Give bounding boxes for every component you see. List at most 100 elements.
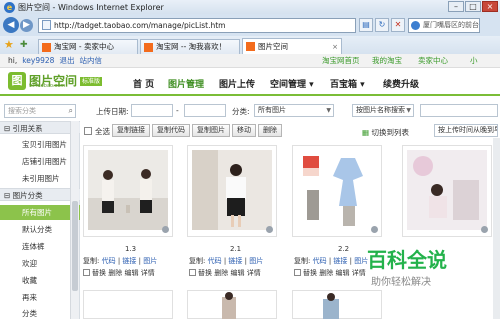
- address-bar[interactable]: http://tadget.taobao.com/manage/picList.…: [38, 17, 356, 33]
- copy-code-link[interactable]: 代码: [102, 257, 116, 265]
- copy-link-button[interactable]: 复制链接: [112, 124, 150, 137]
- sidebar-item-default[interactable]: 默认分类: [0, 222, 80, 237]
- forward-button[interactable]: ▶: [20, 18, 33, 32]
- picture-card[interactable]: [292, 145, 382, 237]
- replace-link[interactable]: 替换: [303, 269, 317, 277]
- sidebar-item-item-ref[interactable]: 宝贝引用图片: [0, 137, 80, 152]
- nav-home[interactable]: 首 页: [133, 77, 154, 90]
- page-scrollbar[interactable]: [493, 138, 500, 319]
- zoom-icon[interactable]: [481, 226, 488, 233]
- compat-view-icon[interactable]: ▤: [359, 18, 373, 32]
- close-tab-icon[interactable]: ×: [332, 40, 338, 54]
- tab-picture-space[interactable]: 图片空间 ×: [242, 38, 342, 54]
- nav-space-manage[interactable]: 空间管理 ▾: [270, 77, 314, 90]
- delete-link[interactable]: 删除: [214, 269, 228, 277]
- edit-link[interactable]: 编辑: [124, 269, 138, 277]
- tab-taobao-like[interactable]: 淘宝网 -- 淘我喜欢！: [140, 39, 240, 54]
- picture-card[interactable]: [83, 145, 173, 237]
- scrollbar-thumb[interactable]: [72, 201, 78, 291]
- move-button[interactable]: 移动: [232, 124, 256, 137]
- copy-code-link[interactable]: 代码: [313, 257, 327, 265]
- picture-card[interactable]: [187, 290, 277, 319]
- picture-card[interactable]: [402, 145, 492, 237]
- zoom-icon[interactable]: [162, 226, 169, 233]
- picture-checkbox[interactable]: [83, 269, 90, 276]
- nav-picture-upload[interactable]: 图片上传: [219, 77, 255, 90]
- name-search-input[interactable]: [420, 104, 498, 117]
- copy-image-button[interactable]: 复制图片: [192, 124, 230, 137]
- search-icon[interactable]: ⌕: [69, 106, 73, 116]
- copy-code-button[interactable]: 复制代码: [152, 124, 190, 137]
- maximize-button[interactable]: □: [465, 1, 481, 12]
- picture-checkbox[interactable]: [294, 269, 301, 276]
- sidebar-item-favorites[interactable]: 收藏: [0, 273, 80, 288]
- view-switch-button[interactable]: ▦ 切换到列表: [362, 127, 409, 138]
- sidebar-item-again[interactable]: 再来: [0, 290, 80, 305]
- copy-code-link[interactable]: 代码: [208, 257, 222, 265]
- delete-link[interactable]: 删除: [108, 269, 122, 277]
- nav-toolbox[interactable]: 百宝箱 ▾: [330, 77, 365, 90]
- select-all-checkbox[interactable]: [84, 127, 92, 135]
- delete-button[interactable]: 删除: [258, 124, 282, 137]
- picture-checkbox[interactable]: [189, 269, 196, 276]
- picture-card[interactable]: [292, 290, 382, 319]
- chevron-down-icon: ▼: [326, 107, 331, 114]
- section-categories[interactable]: ⊟ 图片分类: [0, 188, 80, 201]
- zoom-icon[interactable]: [266, 226, 273, 233]
- sidebar-scrollbar[interactable]: [70, 121, 79, 319]
- category-select[interactable]: 所有图片 ▼: [254, 104, 334, 117]
- sidebar-item-welcome[interactable]: 欢迎: [0, 256, 80, 271]
- close-window-button[interactable]: ×: [482, 1, 498, 12]
- favorites-star-icon[interactable]: ★: [4, 38, 18, 52]
- messages-link[interactable]: 站内信: [79, 56, 102, 65]
- section-reference[interactable]: ⊟ 引用关系: [0, 121, 80, 134]
- replace-link[interactable]: 替换: [198, 269, 212, 277]
- username-link[interactable]: key9928: [22, 56, 54, 65]
- picture-thumbnail[interactable]: [407, 150, 487, 230]
- copy-image-link[interactable]: 图片: [249, 257, 263, 265]
- sidebar-item-unreferenced[interactable]: 未引用图片: [0, 171, 80, 186]
- picture-thumbnail[interactable]: [88, 150, 168, 230]
- my-taobao-link[interactable]: 我的淘宝: [372, 54, 402, 67]
- picture-thumbnail[interactable]: [297, 150, 377, 230]
- sidebar-item-shop-ref[interactable]: 店铺引用图片: [0, 154, 80, 169]
- refresh-icon[interactable]: ↻: [375, 18, 389, 32]
- replace-link[interactable]: 替换: [92, 269, 106, 277]
- seller-center-link[interactable]: 卖家中心: [418, 54, 448, 67]
- tab-seller-center[interactable]: 淘宝网 - 卖家中心: [38, 39, 138, 54]
- edit-link[interactable]: 编辑: [335, 269, 349, 277]
- zoom-icon[interactable]: [371, 226, 378, 233]
- picture-card[interactable]: [83, 290, 173, 319]
- category-search-input[interactable]: 搜索分类 ⌕: [4, 104, 76, 118]
- nav-renew-upgrade[interactable]: 续费升级: [383, 77, 419, 90]
- sort-select[interactable]: 按上传时间从晚到早: [434, 124, 498, 137]
- nav-picture-manage[interactable]: 图片管理: [168, 77, 204, 90]
- stop-icon[interactable]: ✕: [391, 18, 405, 32]
- date-from-input[interactable]: [131, 104, 173, 117]
- add-favorites-icon[interactable]: ✚: [20, 38, 34, 52]
- delete-link[interactable]: 删除: [319, 269, 333, 277]
- logout-link[interactable]: 退出: [59, 56, 74, 65]
- picture-thumbnail[interactable]: [293, 291, 383, 319]
- details-link[interactable]: 详情: [352, 269, 366, 277]
- picture-card[interactable]: [187, 145, 277, 237]
- sidebar-item-category[interactable]: 分类: [0, 306, 80, 319]
- copy-image-link[interactable]: 图片: [143, 257, 157, 265]
- sidebar-item-all[interactable]: 所有图片: [0, 205, 80, 220]
- date-to-input[interactable]: [184, 104, 226, 117]
- picture-thumbnail[interactable]: [192, 150, 272, 230]
- search-box[interactable]: 厦门嘴唇区的前台乙: [408, 17, 480, 33]
- taobao-home-link[interactable]: 淘宝网首页: [322, 54, 360, 67]
- details-link[interactable]: 详情: [141, 269, 155, 277]
- more-link[interactable]: 小: [470, 54, 478, 67]
- search-type-select[interactable]: 按图片名称搜索 ▼: [352, 104, 414, 117]
- sidebar-item-jumpsuit[interactable]: 连体裤: [0, 239, 80, 254]
- back-button[interactable]: ◀: [3, 17, 19, 33]
- details-link[interactable]: 详情: [247, 269, 261, 277]
- copy-link-link[interactable]: 链接: [228, 257, 242, 265]
- edit-link[interactable]: 编辑: [230, 269, 244, 277]
- minimize-button[interactable]: –: [448, 1, 464, 12]
- copy-link-link[interactable]: 链接: [122, 257, 136, 265]
- copy-link-link[interactable]: 链接: [333, 257, 347, 265]
- picture-thumbnail[interactable]: [188, 291, 278, 319]
